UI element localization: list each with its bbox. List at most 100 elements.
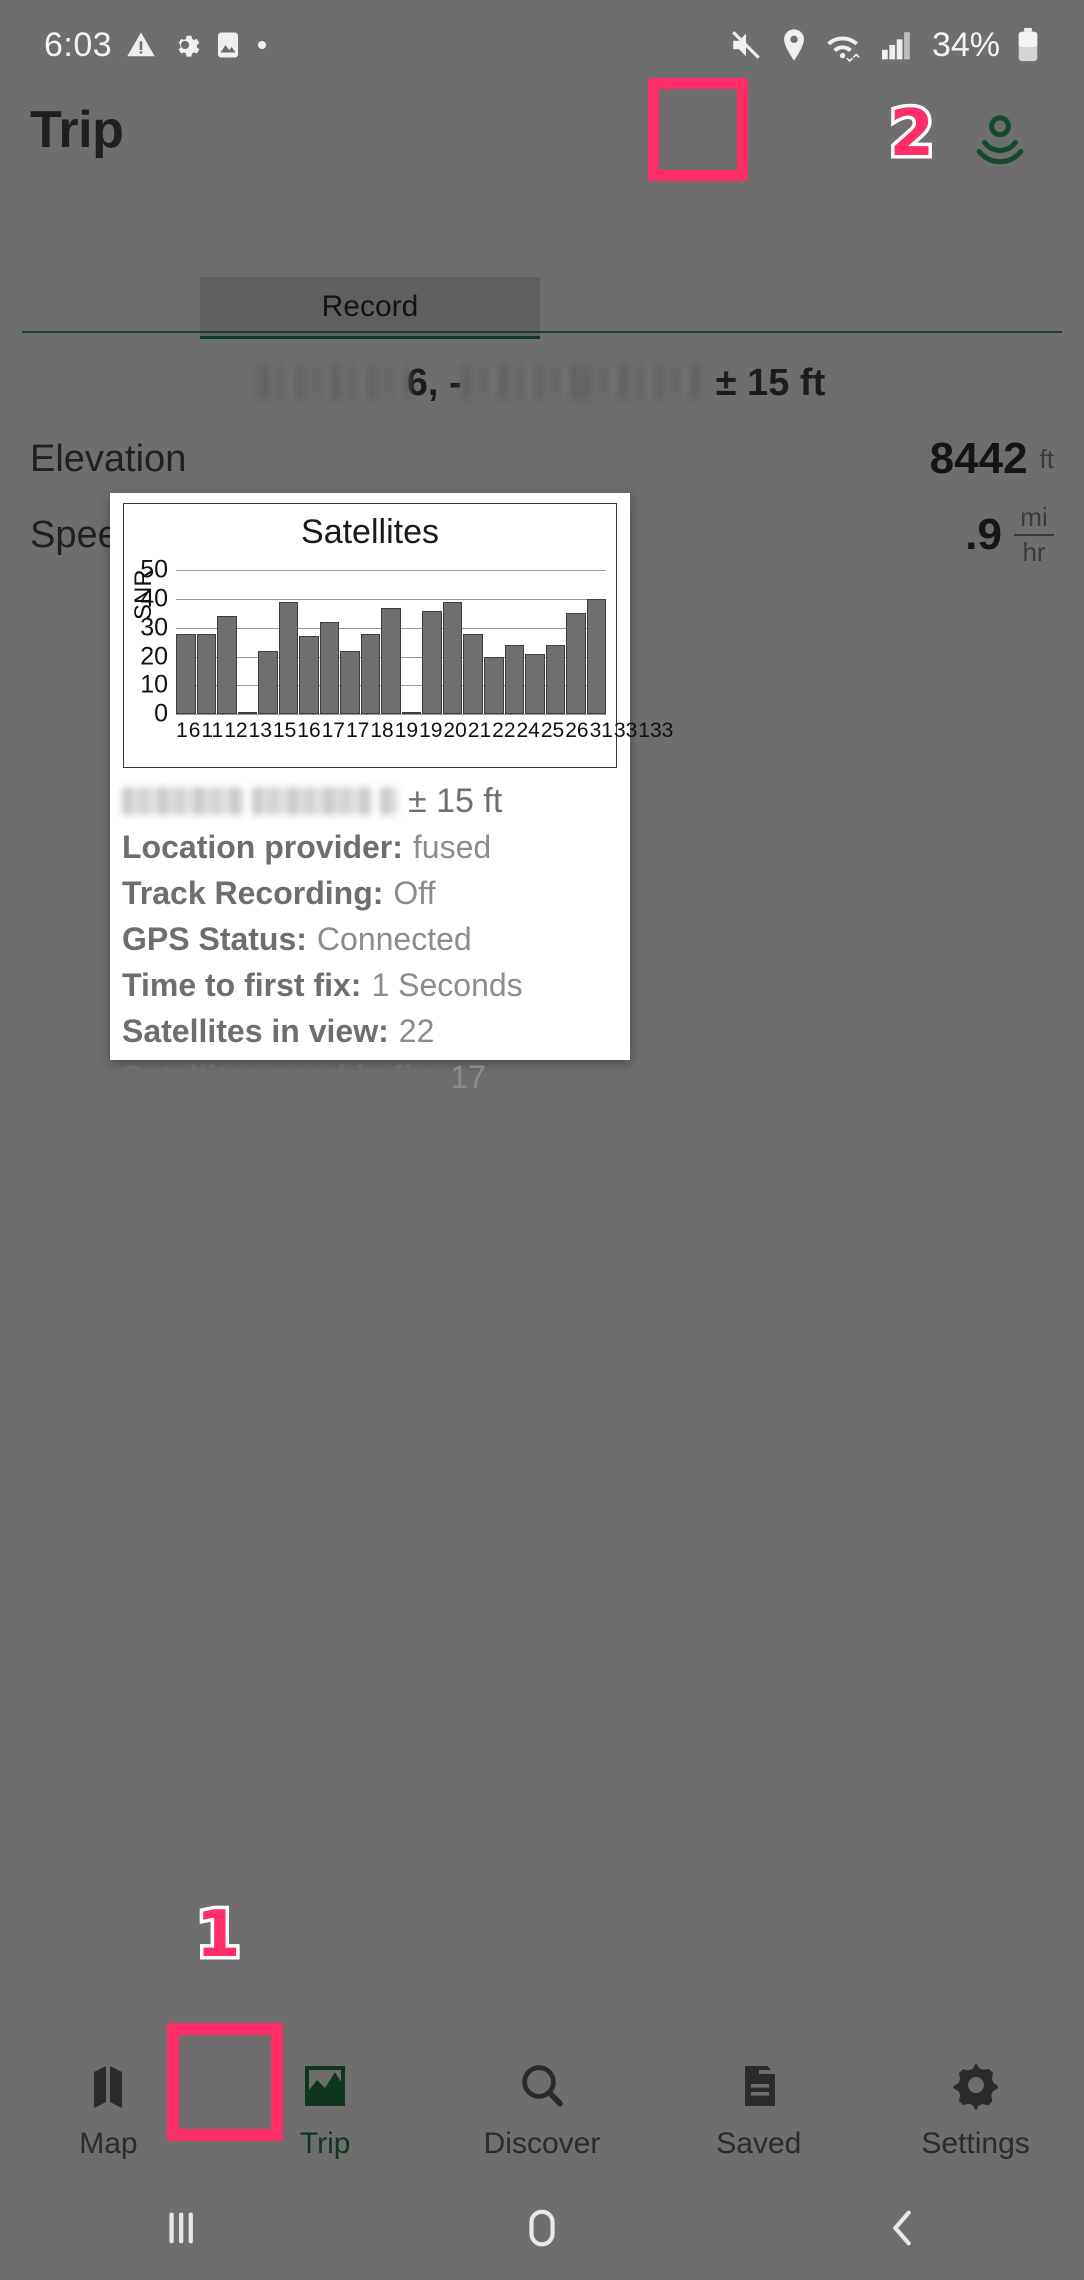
chart-x-tick: 19	[419, 719, 442, 743]
chart-icon	[297, 2055, 353, 2117]
chart-x-tick: 19	[395, 719, 418, 743]
chart-bar	[340, 651, 360, 714]
nav-item-trip[interactable]: Trip	[217, 2035, 434, 2161]
gps-card-info: ± 15 ft Location provider: fused Track R…	[122, 778, 622, 1100]
location-accuracy: ± 15 ft	[716, 362, 826, 405]
mute-icon	[728, 28, 764, 62]
chart-x-tick: 22	[492, 719, 515, 743]
chart-x-tick: 17	[346, 719, 369, 743]
annotation-marker-1: 1	[196, 1898, 241, 1972]
chart-bar	[238, 712, 258, 714]
chart-x-tick: 31	[590, 719, 613, 743]
chart-bars	[176, 556, 606, 714]
nav-item-discover[interactable]: Discover	[434, 2035, 651, 2161]
chart-x-tick: 18	[370, 719, 393, 743]
elevation-label: Elevation	[30, 438, 186, 481]
chart-x-tick: 13	[249, 719, 272, 743]
speed-unit-denominator: hr	[1022, 538, 1045, 567]
gps-status-card: Satellites SNR 01020304050 1611121315161…	[110, 493, 630, 1060]
speed-value: .9	[965, 510, 1002, 560]
chart-x-tick: 12	[224, 719, 247, 743]
chart-plot-area: SNR 01020304050 161112131516171718191920…	[124, 556, 618, 768]
gps-card-accuracy: ± 15 ft	[408, 782, 502, 821]
document-icon	[731, 2055, 787, 2117]
info-row-gps-status: GPS Status: Connected	[122, 916, 622, 962]
info-value: fused	[413, 829, 491, 866]
nav-label: Trip	[300, 2127, 351, 2161]
system-navigation-bar	[0, 2180, 1084, 2280]
chart-x-tick: 26	[565, 719, 588, 743]
chart-y-tick: 20	[140, 642, 168, 671]
speed-unit-numerator: mi	[1020, 503, 1047, 532]
chart-bar	[422, 611, 442, 714]
record-button[interactable]: Record	[200, 277, 540, 339]
chart-x-tick: 20	[443, 719, 466, 743]
chart-bar	[463, 634, 483, 714]
nav-label: Map	[79, 2127, 137, 2161]
gps-status-button[interactable]	[960, 98, 1040, 182]
chart-bars-region: 01020304050	[176, 556, 606, 714]
nav-label: Settings	[921, 2127, 1029, 2161]
gear-icon	[170, 30, 200, 60]
cell-signal-icon	[880, 29, 916, 61]
chart-x-tick: 6	[189, 719, 201, 743]
nav-label: Discover	[484, 2127, 601, 2161]
info-key: Track Recording:	[122, 875, 383, 912]
status-clock: 6:03	[44, 26, 112, 65]
elevation-value: 8442	[930, 434, 1028, 484]
annotation-marker-2: 2	[889, 97, 934, 171]
chart-bar	[258, 651, 278, 714]
battery-percent-label: 34%	[932, 26, 1000, 65]
satellites-chart-panel: Satellites SNR 01020304050 1611121315161…	[123, 503, 617, 768]
chart-x-tick: 133	[638, 719, 673, 743]
recents-icon	[158, 2205, 204, 2256]
page-title: Trip	[30, 100, 123, 160]
header: Trip 2	[0, 90, 1084, 200]
chart-bar	[525, 654, 545, 714]
info-value: 17	[450, 1059, 486, 1096]
chart-y-tick: 10	[140, 671, 168, 700]
chart-title: Satellites	[124, 513, 616, 552]
status-bar-right: 34%	[728, 26, 1040, 65]
info-key: Satellites used in fix:	[122, 1059, 440, 1096]
search-icon	[514, 2055, 570, 2117]
chart-bar	[484, 657, 504, 714]
info-row-location-provider: Location provider: fused	[122, 824, 622, 870]
redacted-longitude-b	[582, 366, 702, 400]
chart-bar	[505, 645, 525, 714]
coords-visible-fragment: 6, -	[407, 362, 462, 405]
info-row-time-to-first-fix: Time to first fix: 1 Seconds	[122, 962, 622, 1008]
nav-label: Saved	[716, 2127, 801, 2161]
battery-icon	[1016, 28, 1040, 62]
fraction-bar	[1014, 534, 1054, 536]
home-icon	[519, 2205, 565, 2256]
speed-unit: mi hr	[1014, 503, 1054, 566]
nav-item-map[interactable]: Map	[0, 2035, 217, 2161]
chart-bar	[381, 608, 401, 714]
info-key: Time to first fix:	[122, 967, 361, 1004]
redacted-longitude-a	[462, 366, 582, 400]
chart-y-tick: 30	[140, 613, 168, 642]
chart-x-tick: 17	[322, 719, 345, 743]
recents-button[interactable]	[0, 2205, 361, 2256]
chart-x-tick-labels: 1611121315161717181919202122242526313313…	[176, 719, 606, 743]
nav-item-settings[interactable]: Settings	[867, 2035, 1084, 2161]
coordinates-row: 6, - ± 15 ft	[0, 352, 1084, 414]
chart-x-tick: 25	[541, 719, 564, 743]
wifi-icon	[824, 28, 864, 62]
chart-x-tick: 1	[176, 719, 188, 743]
chart-bar	[217, 616, 237, 714]
chart-bar	[546, 645, 566, 714]
redacted-latitude-card	[122, 787, 244, 815]
chart-x-tick: 15	[273, 719, 296, 743]
image-icon	[214, 30, 242, 60]
record-button-label: Record	[322, 290, 419, 324]
back-button[interactable]	[723, 2205, 1084, 2256]
chart-x-tick: 11	[201, 719, 223, 743]
info-row-satellites-used-in-fix: Satellites used in fix: 17	[122, 1054, 622, 1100]
info-value: 22	[399, 1013, 435, 1050]
nav-item-saved[interactable]: Saved	[650, 2035, 867, 2161]
back-icon	[880, 2205, 926, 2256]
home-button[interactable]	[361, 2205, 722, 2256]
gps-signal-icon	[971, 109, 1029, 172]
